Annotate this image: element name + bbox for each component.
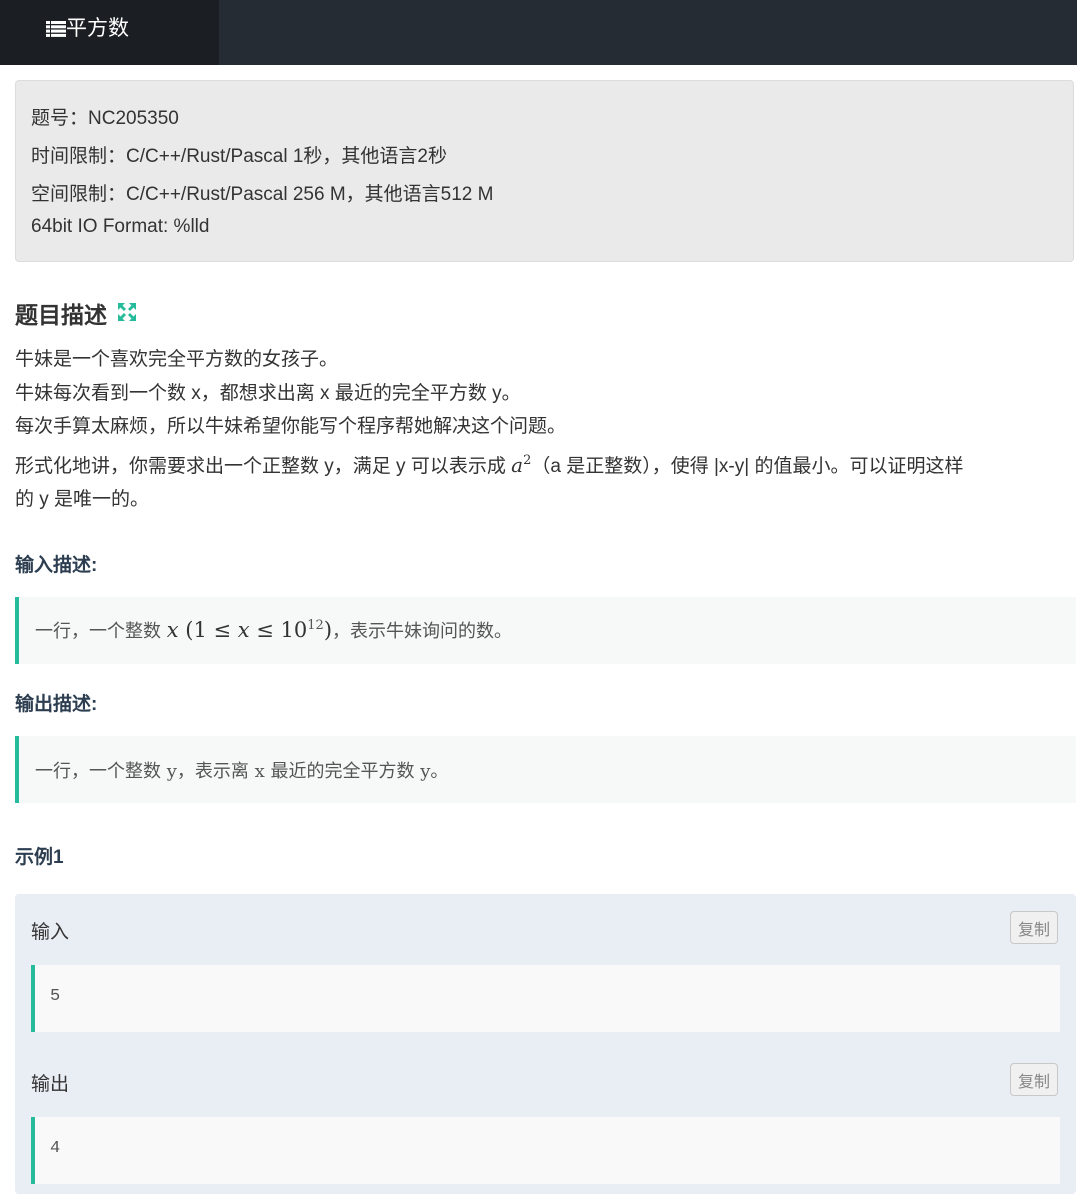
example-output-label: 输出: [31, 1074, 70, 1095]
list-icon: [46, 21, 66, 37]
input-description-box: 一行，一个整数 x (1 ≤ x ≤ 1012)，表示牛妹询问的数。: [15, 597, 1076, 664]
description-line: 每次手算太麻烦，所以牛妹希望你能写个程序帮她解决这个问题。: [15, 416, 567, 437]
expand-icon[interactable]: [117, 302, 137, 322]
copy-output-button[interactable]: 复制: [1010, 1063, 1058, 1096]
problem-title: 平方数: [66, 17, 129, 40]
memory-limit: 空间限制：C/C++/Rust/Pascal 256 M，其他语言512 M: [31, 184, 494, 205]
example-heading: 示例1: [15, 847, 64, 868]
output-description-box: 一行，一个整数 y，表示离 x 最近的完全平方数 y。: [15, 736, 1076, 803]
example-output-box: 4: [31, 1117, 1060, 1184]
description-line: 的 y 是唯一的。: [15, 489, 150, 510]
top-bar: 平方数: [0, 0, 1077, 65]
input-heading: 输入描述:: [15, 555, 98, 576]
example-input-value: 5: [50, 987, 61, 1006]
input-description-text: 一行，一个整数 x (1 ≤ x ≤ 1012)，表示牛妹询问的数。: [35, 618, 513, 642]
description-line: 牛妹是一个喜欢完全平方数的女孩子。: [15, 349, 339, 370]
output-heading: 输出描述:: [15, 694, 98, 715]
io-format: 64bit IO Format: %lld: [31, 216, 210, 237]
description-line: 形式化地讲，你需要求出一个正整数 y，满足 y 可以表示成 a2（a 是正整数）…: [15, 452, 964, 477]
math-a: a: [511, 452, 524, 477]
example-panel: 输入 复制 5 输出 复制 4: [15, 894, 1076, 1194]
description-body: 牛妹是一个喜欢完全平方数的女孩子。 牛妹每次看到一个数 x，都想求出离 x 最近…: [15, 343, 1077, 517]
problem-tab[interactable]: 平方数: [0, 0, 219, 65]
description-heading: 题目描述: [15, 302, 107, 328]
example-input-box: 5: [31, 965, 1060, 1032]
description-line: 牛妹每次看到一个数 x，都想求出离 x 最近的完全平方数 y。: [15, 382, 521, 404]
output-description-text: 一行，一个整数 y，表示离 x 最近的完全平方数 y。: [35, 761, 449, 782]
problem-info-panel: 题号：NC205350 时间限制：C/C++/Rust/Pascal 1秒，其他…: [15, 80, 1074, 262]
problem-id: 题号：NC205350: [31, 108, 179, 129]
copy-input-button[interactable]: 复制: [1010, 911, 1058, 944]
example-output-value: 4: [50, 1139, 61, 1158]
example-input-label: 输入: [31, 922, 70, 943]
time-limit: 时间限制：C/C++/Rust/Pascal 1秒，其他语言2秒: [31, 146, 447, 167]
